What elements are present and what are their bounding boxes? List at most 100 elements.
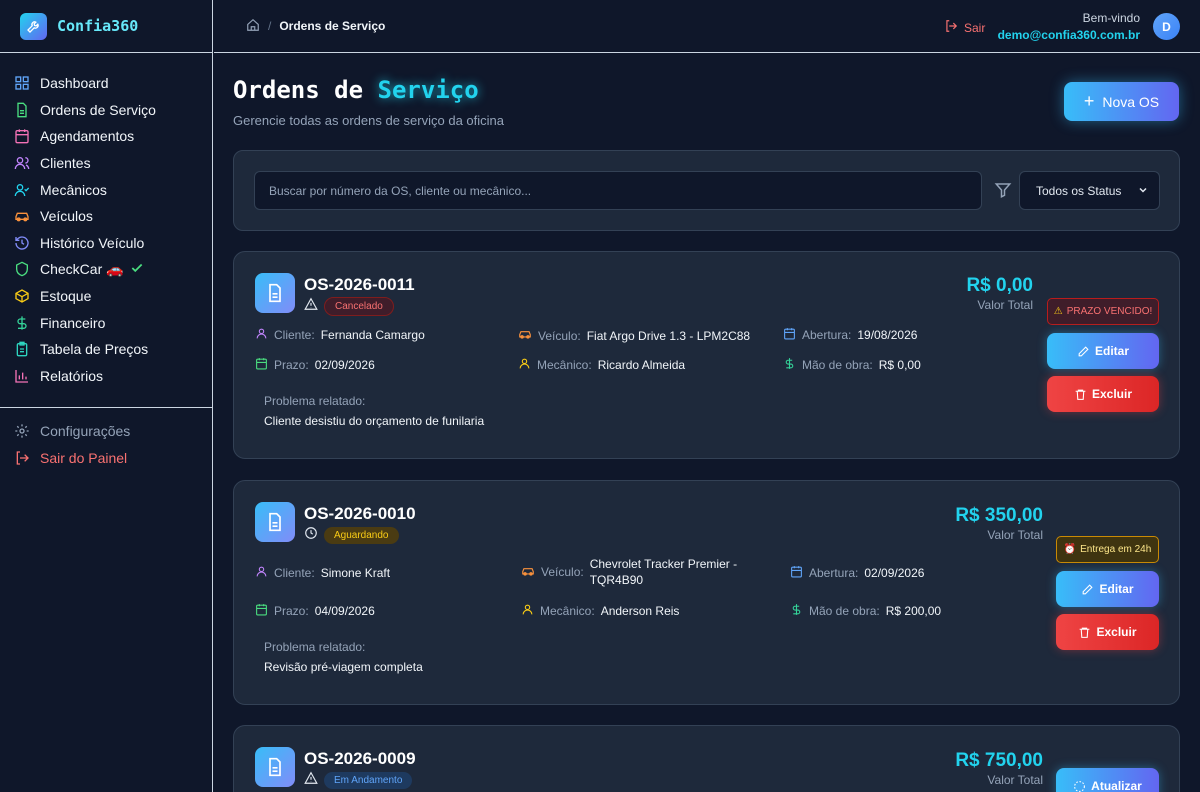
shield-icon (14, 261, 30, 277)
grid-icon (14, 75, 30, 91)
mechanic-field: Mecânico: Ricardo Almeida (518, 357, 685, 373)
order-card: OS-2026-0011 Cancelado Cliente: Fernanda… (233, 251, 1180, 459)
deadline-label: Prazo: (274, 604, 309, 618)
sidebar-item-mecanicos[interactable]: Mecânicos (0, 176, 212, 203)
edit-label: Editar (1099, 582, 1134, 596)
document-icon (255, 273, 295, 313)
labor-field: Mão de obra: R$ 0,00 (783, 357, 921, 373)
document-icon (14, 102, 30, 118)
order-number[interactable]: OS-2026-0010 (304, 504, 416, 524)
sidebar-item-label: Relatórios (40, 367, 104, 384)
mechanic-label: Mecânico: (537, 358, 592, 372)
sidebar-item-veiculos[interactable]: Veículos (0, 203, 212, 230)
new-os-button[interactable]: + Nova OS (1064, 82, 1179, 121)
calendar-icon (255, 603, 268, 619)
logout-label: Sair (964, 20, 986, 35)
sidebar-item-historico[interactable]: Histórico Veículo (0, 230, 212, 257)
deadline-field: Prazo: 02/09/2026 (255, 357, 375, 373)
sidebar-item-estoque[interactable]: Estoque (0, 283, 212, 310)
update-button[interactable]: Atualizar (1056, 768, 1159, 792)
new-os-label: Nova OS (1102, 93, 1160, 110)
logout-icon (14, 450, 30, 466)
order-number[interactable]: OS-2026-0009 (304, 749, 416, 769)
sidebar-item-configuracoes[interactable]: Configurações (0, 418, 213, 445)
sidebar-item-dashboard[interactable]: Dashboard (0, 70, 212, 97)
mechanic-value: Anderson Reis (600, 604, 680, 618)
status-badge: Em Andamento (324, 772, 413, 789)
wrench-icon (20, 12, 47, 40)
page-title-main: Ordens de (233, 76, 364, 104)
sidebar-item-tabela-precos[interactable]: Tabela de Preços (0, 336, 212, 363)
total-value: R$ 0,00 (966, 275, 1033, 296)
dollar-icon (14, 315, 30, 331)
clock-icon (304, 526, 318, 545)
document-icon (255, 747, 295, 787)
gear-icon (14, 423, 30, 439)
clipboard-icon (14, 341, 30, 357)
sidebar-divider (0, 407, 213, 408)
history-icon (14, 235, 30, 251)
deadline-value: 04/09/2026 (314, 604, 375, 618)
trash-icon (1080, 627, 1090, 638)
sidebar-item-relatorios[interactable]: Relatórios (0, 363, 212, 390)
edit-button[interactable]: Editar (1047, 333, 1159, 369)
deadline-field: Prazo: 04/09/2026 (255, 603, 375, 619)
client-field: Cliente: Simone Kraft (255, 565, 390, 581)
opening-field: Abertura: 19/08/2026 (783, 327, 917, 343)
main-content: Ordens de Serviço Gerencie todas as orde… (214, 53, 1200, 792)
user-icon (518, 357, 531, 373)
dollar-icon (783, 357, 796, 373)
sidebar-bottom: Configurações Sair do Painel (0, 418, 213, 471)
filter-icon[interactable] (994, 181, 1012, 204)
bar-chart-icon (14, 368, 30, 384)
labor-field: Mão de obra: R$ 200,00 (790, 603, 941, 619)
problem-value: Cliente desistiu do orçamento de funilar… (264, 414, 485, 428)
sidebar-item-agendamentos[interactable]: Agendamentos (0, 123, 212, 150)
delete-button[interactable]: Excluir (1047, 376, 1159, 412)
labor-value: R$ 0,00 (878, 358, 921, 372)
total-value: R$ 350,00 (955, 505, 1043, 526)
search-input[interactable]: Buscar por número da OS, cliente ou mecâ… (254, 171, 982, 210)
sidebar-item-financeiro[interactable]: Financeiro (0, 309, 212, 336)
sidebar-nav: Dashboard Ordens de Serviço Agendamentos… (0, 53, 212, 389)
vehicle-value-line: TQR4B90 (589, 573, 644, 587)
user-icon (255, 327, 268, 343)
logout-link[interactable]: Sair (944, 19, 985, 36)
breadcrumb-separator: / (268, 19, 272, 33)
page-subtitle: Gerencie todas as ordens de serviço da o… (233, 113, 504, 128)
deadline-alert-badge: ⚠ PRAZO VENCIDO! (1047, 298, 1159, 325)
status-select-value: Todos os Status (1036, 183, 1122, 198)
total-label: Valor Total (987, 528, 1043, 542)
brand[interactable]: Confia360 (0, 0, 212, 53)
order-total: R$ 750,00 Valor Total (955, 750, 1043, 787)
home-icon[interactable] (246, 18, 260, 35)
logout-icon (944, 19, 958, 36)
client-field: Cliente: Fernanda Camargo (255, 327, 425, 343)
calendar-icon (14, 128, 30, 144)
alert-text: Entrega em 24h (1080, 544, 1152, 555)
order-total: R$ 350,00 Valor Total (955, 505, 1043, 542)
edit-button[interactable]: Editar (1056, 571, 1159, 607)
sidebar-item-ordens[interactable]: Ordens de Serviço (0, 97, 212, 124)
sidebar-item-label: Dashboard (40, 75, 109, 92)
warning-icon (304, 771, 318, 790)
opening-value: 19/08/2026 (857, 328, 918, 342)
order-status-row: Aguardando (304, 526, 399, 545)
delete-button[interactable]: Excluir (1056, 614, 1159, 650)
warning-icon: ⚠ (1053, 306, 1063, 317)
avatar[interactable]: D (1153, 13, 1180, 40)
status-select[interactable]: Todos os Status (1019, 171, 1160, 210)
sidebar-item-label: Estoque (40, 288, 92, 305)
mechanic-label: Mecânico: (540, 604, 595, 618)
client-value: Simone Kraft (320, 566, 391, 580)
status-badge: Cancelado (324, 297, 394, 316)
car-icon (518, 327, 532, 344)
sidebar-item-sair[interactable]: Sair do Painel (0, 445, 213, 472)
brand-name: Confia360 (57, 17, 139, 35)
order-number[interactable]: OS-2026-0011 (304, 275, 415, 295)
total-label: Valor Total (977, 298, 1033, 312)
sidebar-item-checkcar[interactable]: CheckCar 🚗 (0, 256, 212, 283)
sidebar-item-clientes[interactable]: Clientes (0, 150, 212, 177)
user-check-icon (14, 182, 30, 198)
sidebar-item-label: Financeiro (40, 314, 106, 331)
